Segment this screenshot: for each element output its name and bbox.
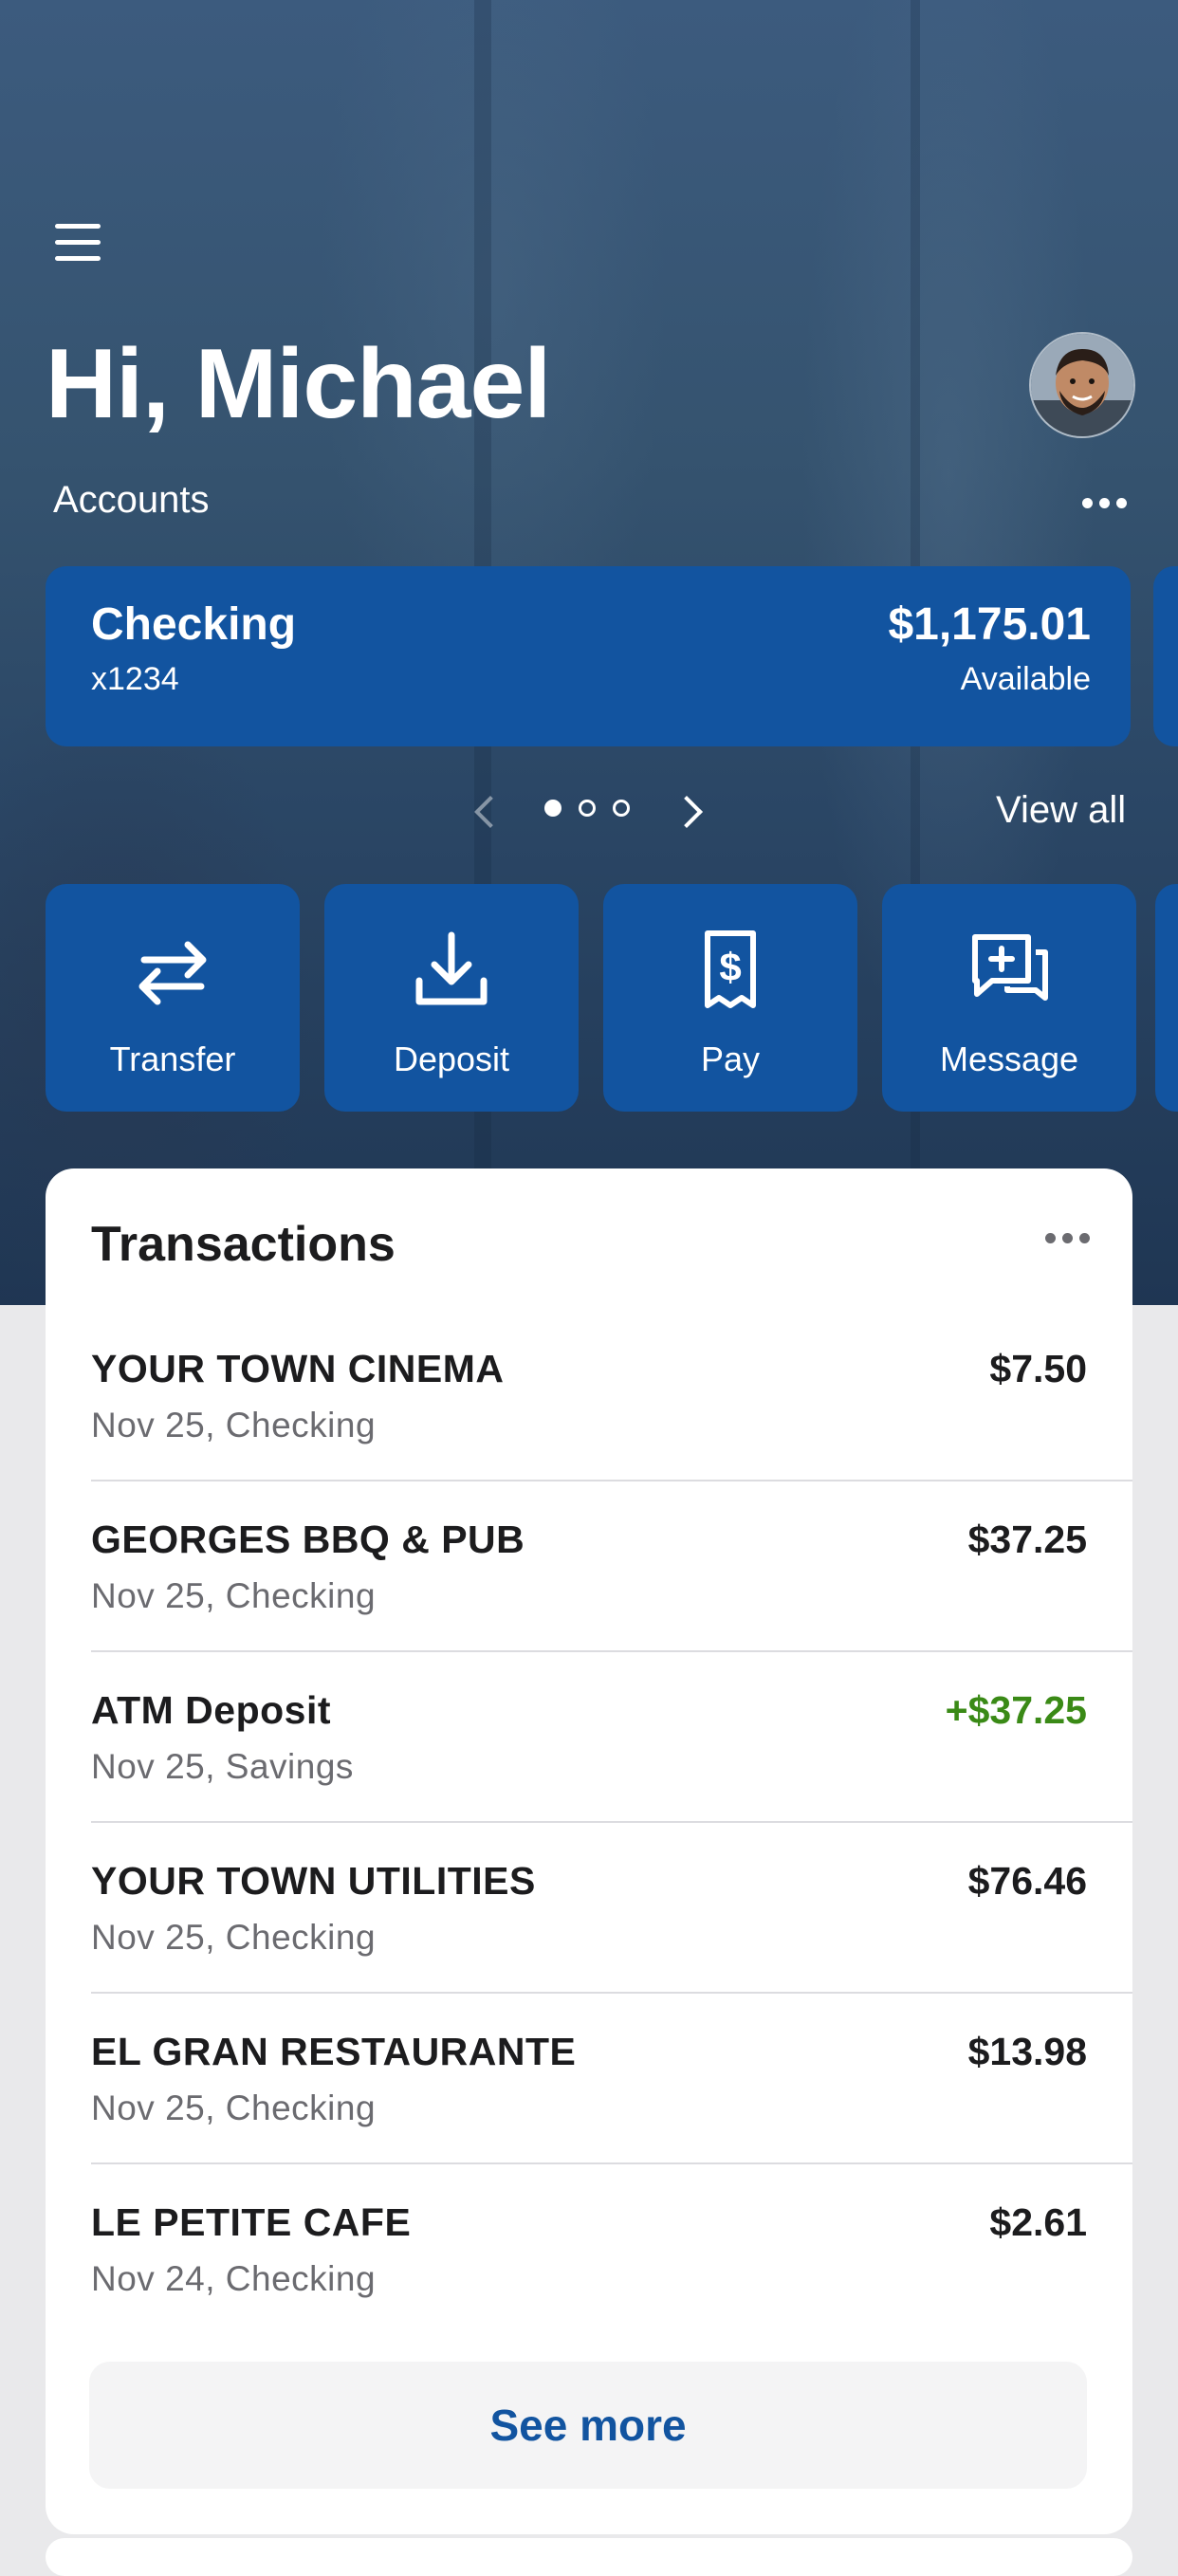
see-more-button[interactable]: See more: [89, 2362, 1087, 2489]
pager-dot-active: [544, 800, 561, 817]
deposit-label: Deposit: [393, 1040, 510, 1078]
more-actions-peek[interactable]: [1155, 884, 1178, 1112]
transaction-meta: Nov 25, Checking: [91, 1576, 377, 1615]
receipt-dollar-icon: $: [705, 930, 756, 1008]
message-button[interactable]: Message: [882, 884, 1136, 1112]
transaction-description: YOUR TOWN CINEMA: [91, 1347, 505, 1390]
chat-plus-icon: [972, 934, 1048, 1001]
svg-text:$: $: [719, 945, 741, 989]
transaction-row[interactable]: YOUR TOWN UTILITIES Nov 25, Checking $76…: [91, 1823, 1132, 1994]
accounts-more-icon[interactable]: [1082, 498, 1127, 508]
hamburger-menu-icon[interactable]: [55, 224, 104, 262]
next-page-icon[interactable]: [671, 796, 703, 828]
account-name: Checking: [91, 599, 297, 650]
transaction-row[interactable]: GEORGES BBQ & PUB Nov 25, Checking $37.2…: [91, 1481, 1132, 1652]
download-tray-icon: [415, 931, 488, 1005]
message-label: Message: [939, 1040, 1079, 1078]
deposit-button[interactable]: Deposit: [324, 884, 579, 1112]
transaction-amount: $76.46: [967, 1859, 1087, 1903]
account-card-checking[interactable]: Checking x1234 $1,175.01 Available: [46, 566, 1131, 746]
transaction-amount-credit: +$37.25: [945, 1688, 1087, 1732]
transactions-card: Transactions YOUR TOWN CINEMA Nov 25, Ch…: [46, 1168, 1132, 2534]
transaction-meta: Nov 25, Checking: [91, 2088, 377, 2127]
transaction-amount: $37.25: [967, 1518, 1087, 1561]
transaction-row[interactable]: EL GRAN RESTAURANTE Nov 25, Checking $13…: [91, 1994, 1132, 2164]
account-number: x1234: [91, 661, 179, 697]
next-section-card: [46, 2538, 1132, 2576]
transaction-meta: Nov 25, Checking: [91, 1918, 377, 1957]
transaction-description: YOUR TOWN UTILITIES: [91, 1859, 536, 1903]
greeting-title: Hi, Michael: [46, 329, 551, 439]
hero-background: Hi, Michael Accounts Checking x1234 $1,1…: [0, 0, 1178, 1305]
transaction-description: LE PETITE CAFE: [91, 2200, 412, 2244]
transaction-row[interactable]: YOUR TOWN CINEMA Nov 25, Checking $7.50: [91, 1311, 1132, 1481]
transfer-button[interactable]: Transfer: [46, 884, 300, 1112]
transaction-meta: Nov 25, Savings: [91, 1747, 354, 1786]
transaction-row[interactable]: ATM Deposit Nov 25, Savings +$37.25: [91, 1652, 1132, 1823]
transaction-amount: $13.98: [967, 2030, 1087, 2073]
transfer-arrows-icon: [138, 941, 207, 1005]
transaction-description: EL GRAN RESTAURANTE: [91, 2030, 577, 2073]
avatar[interactable]: [1029, 332, 1135, 438]
transaction-amount: $2.61: [989, 2200, 1087, 2244]
transactions-title: Transactions: [91, 1217, 396, 1272]
view-all-accounts-link[interactable]: View all: [996, 789, 1126, 832]
transactions-more-icon[interactable]: [1045, 1233, 1090, 1243]
account-balance-label: Available: [960, 661, 1091, 697]
transaction-row[interactable]: LE PETITE CAFE Nov 24, Checking $2.61: [91, 2164, 1132, 2335]
accounts-heading: Accounts: [53, 479, 210, 521]
pay-label: Pay: [700, 1040, 761, 1078]
transaction-description: ATM Deposit: [91, 1688, 332, 1732]
transaction-meta: Nov 25, Checking: [91, 1406, 377, 1444]
pay-button[interactable]: $ Pay: [603, 884, 857, 1112]
transaction-description: GEORGES BBQ & PUB: [91, 1518, 525, 1561]
pager-dot: [613, 800, 630, 817]
transaction-meta: Nov 24, Checking: [91, 2259, 377, 2298]
next-account-card[interactable]: [1153, 566, 1178, 746]
transfer-label: Transfer: [109, 1040, 236, 1078]
transaction-amount: $7.50: [989, 1347, 1087, 1390]
account-balance: $1,175.01: [888, 599, 1091, 650]
pager-dot: [579, 800, 596, 817]
